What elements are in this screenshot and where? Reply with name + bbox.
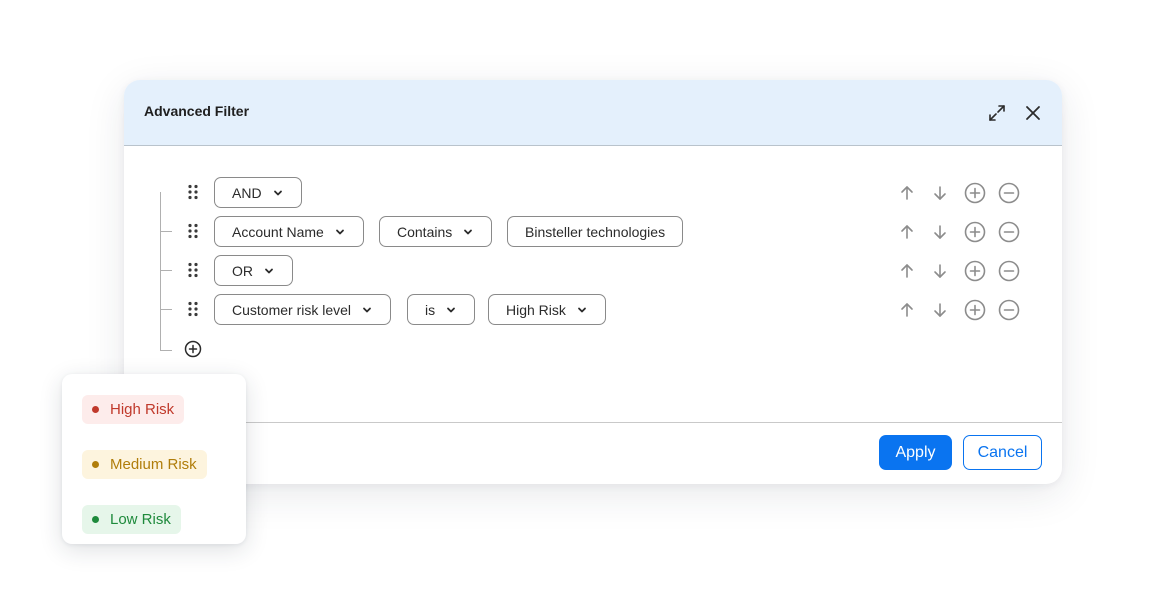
footer-divider (124, 422, 1062, 423)
status-dot (92, 406, 99, 413)
arrow-up-icon (899, 263, 915, 279)
status-dot (92, 516, 99, 523)
move-down-button[interactable] (929, 182, 951, 204)
chevron-down-icon (334, 226, 346, 238)
field-select[interactable]: Customer risk level (214, 294, 392, 325)
plus-circle-icon (964, 299, 986, 321)
tree-branch (160, 231, 172, 232)
expand-button[interactable] (986, 102, 1008, 124)
close-button[interactable] (1022, 102, 1044, 124)
option-low-risk[interactable]: Low Risk (82, 505, 181, 534)
chevron-down-icon (263, 265, 275, 277)
status-dot (92, 461, 99, 468)
logic-operator-value: AND (232, 184, 262, 201)
plus-circle-icon (964, 260, 986, 282)
option-label: Low Risk (110, 511, 171, 528)
arrow-down-icon (932, 302, 948, 318)
drag-handle-icon (188, 223, 198, 239)
plus-circle-icon (964, 221, 986, 243)
remove-condition-button[interactable] (998, 299, 1020, 321)
close-icon (1024, 104, 1042, 122)
move-up-button[interactable] (896, 299, 918, 321)
row-actions (896, 182, 1026, 204)
field-value: Account Name (232, 223, 324, 240)
comparator-value: is (425, 301, 436, 318)
risk-level-dropdown: High Risk Medium Risk Low Risk (62, 374, 246, 544)
add-condition-button[interactable] (964, 182, 986, 204)
move-up-button[interactable] (896, 260, 918, 282)
chevron-down-icon (576, 304, 588, 316)
remove-condition-button[interactable] (998, 260, 1020, 282)
dialog-title: Advanced Filter (144, 103, 250, 119)
drag-handle[interactable] (188, 301, 198, 317)
add-condition-button[interactable] (964, 299, 986, 321)
tree-connector (160, 192, 161, 351)
chevron-down-icon (361, 304, 373, 316)
comparator-value: Contains (397, 223, 453, 240)
drag-handle-icon (188, 301, 198, 317)
move-down-button[interactable] (929, 260, 951, 282)
cancel-button[interactable]: Cancel (963, 435, 1042, 470)
drag-handle-icon (188, 184, 198, 200)
move-up-button[interactable] (896, 221, 918, 243)
drag-handle-icon (188, 262, 198, 278)
add-condition-button[interactable] (964, 260, 986, 282)
value-text: High Risk (506, 301, 566, 318)
arrow-up-icon (899, 302, 915, 318)
move-down-button[interactable] (929, 221, 951, 243)
logic-operator-select[interactable]: OR (214, 255, 293, 286)
minus-circle-icon (998, 182, 1020, 204)
minus-circle-icon (998, 260, 1020, 282)
expand-icon (988, 104, 1006, 122)
option-label: High Risk (110, 401, 175, 418)
chevron-down-icon (272, 187, 284, 199)
arrow-up-icon (899, 185, 915, 201)
tree-branch (160, 270, 172, 271)
plus-circle-icon (964, 182, 986, 204)
apply-button[interactable]: Apply (879, 435, 952, 470)
move-down-button[interactable] (929, 299, 951, 321)
dialog-header: Advanced Filter (124, 80, 1062, 146)
option-high-risk[interactable]: High Risk (82, 395, 185, 424)
field-select[interactable]: Account Name (214, 216, 364, 247)
drag-handle[interactable] (188, 262, 198, 278)
tree-branch (160, 309, 172, 310)
minus-circle-icon (998, 299, 1020, 321)
remove-condition-button[interactable] (998, 221, 1020, 243)
row-actions (896, 221, 1026, 243)
row-actions (896, 260, 1026, 282)
add-root-condition-button[interactable] (183, 339, 203, 359)
arrow-up-icon (899, 224, 915, 240)
minus-circle-icon (998, 221, 1020, 243)
arrow-down-icon (932, 185, 948, 201)
comparator-select[interactable]: is (407, 294, 476, 325)
add-condition-button[interactable] (964, 221, 986, 243)
arrow-down-icon (932, 263, 948, 279)
move-up-button[interactable] (896, 182, 918, 204)
plus-circle-icon (183, 339, 203, 359)
comparator-select[interactable]: Contains (379, 216, 493, 247)
option-medium-risk[interactable]: Medium Risk (82, 450, 207, 479)
logic-operator-select[interactable]: AND (214, 177, 302, 208)
arrow-down-icon (932, 224, 948, 240)
chevron-down-icon (445, 304, 457, 316)
stage: Advanced Filter Apply Cancel AND Account… (0, 0, 1160, 600)
row-actions (896, 299, 1026, 321)
chevron-down-icon (462, 226, 474, 238)
drag-handle[interactable] (188, 223, 198, 239)
value-text: Binsteller technologies (525, 223, 666, 240)
value-input[interactable]: Binsteller technologies (507, 216, 684, 247)
tree-branch (160, 350, 172, 351)
field-value: Customer risk level (232, 301, 352, 318)
drag-handle[interactable] (188, 184, 198, 200)
logic-operator-value: OR (232, 262, 253, 279)
option-label: Medium Risk (110, 456, 197, 473)
value-select[interactable]: High Risk (488, 294, 606, 325)
remove-condition-button[interactable] (998, 182, 1020, 204)
